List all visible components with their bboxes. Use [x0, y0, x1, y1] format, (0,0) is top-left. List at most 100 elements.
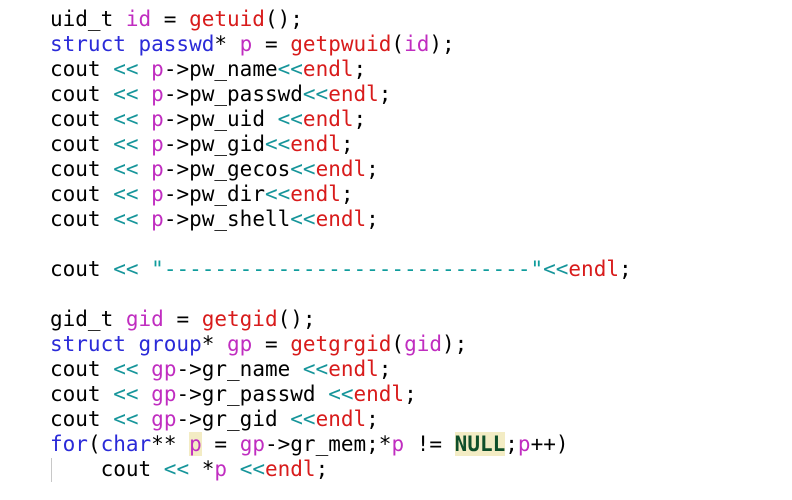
- code-token: p: [151, 182, 164, 206]
- code-line[interactable]: for(char** p = gp->gr_mem;*p != NULL;p++…: [50, 432, 632, 457]
- code-token: <<: [302, 82, 329, 106]
- code-token: <<: [113, 107, 139, 131]
- code-line[interactable]: cout << p->pw_name<<endl;: [50, 57, 632, 82]
- code-token: *: [189, 457, 215, 481]
- code-line[interactable]: cout << p->pw_gecos<<endl;: [50, 157, 632, 182]
- code-token: struct passwd: [50, 32, 215, 56]
- code-token: p: [239, 32, 253, 56]
- code-line[interactable]: gid_t gid = getgid();: [50, 307, 632, 332]
- code-token: ->pw_shell: [163, 207, 291, 231]
- code-token: ;: [353, 107, 367, 131]
- code-token: <<: [290, 157, 316, 181]
- code-token: cout: [50, 132, 114, 156]
- code-token: ;: [366, 207, 379, 231]
- code-line[interactable]: cout << gp->gr_passwd <<endl;: [50, 382, 632, 407]
- code-token: ();: [264, 7, 303, 31]
- code-token: ++): [530, 432, 569, 456]
- code-token: for: [50, 432, 88, 456]
- code-token: gp: [227, 332, 253, 356]
- code-token: cout: [50, 157, 114, 181]
- code-token: gid: [125, 307, 164, 331]
- code-token: ;: [315, 457, 329, 481]
- code-line[interactable]: cout << gp->gr_gid <<endl;: [50, 407, 632, 432]
- code-token: uid_t: [50, 7, 126, 31]
- code-token: p: [151, 107, 164, 131]
- code-area[interactable]: uid_t id = getuid(); struct passwd* p = g…: [50, 7, 632, 482]
- code-editor[interactable]: uid_t id = getuid(); struct passwd* p = g…: [0, 0, 792, 500]
- code-line[interactable]: uid_t id = getuid();: [50, 7, 632, 32]
- code-token: cout: [50, 57, 114, 81]
- code-token: ;: [366, 157, 379, 181]
- code-token: ;: [366, 407, 379, 431]
- code-line[interactable]: cout << gp->gr_name <<endl;: [50, 357, 632, 382]
- code-token: cout: [50, 357, 114, 381]
- code-line[interactable]: [50, 282, 632, 307]
- code-token: <<: [113, 57, 139, 81]
- code-token: endl: [302, 57, 354, 81]
- code-token: <<: [277, 57, 303, 81]
- code-token: (: [87, 432, 101, 456]
- code-token: ->pw_name: [163, 57, 278, 81]
- code-token: gp: [151, 382, 177, 406]
- code-line[interactable]: cout << p->pw_shell<<endl;: [50, 207, 632, 232]
- code-token: endl: [328, 357, 379, 381]
- code-token: p: [151, 132, 164, 156]
- code-token: <<: [113, 207, 139, 231]
- code-token: =: [201, 432, 240, 456]
- code-token: =: [151, 7, 190, 31]
- code-line[interactable]: struct group* gp = getgrgid(gid);: [50, 332, 632, 357]
- code-token: "-----------------------------": [151, 257, 544, 281]
- code-token: id: [125, 7, 152, 31]
- code-token: id: [404, 32, 430, 56]
- code-token: p: [151, 82, 164, 106]
- code-token: gp: [239, 432, 265, 456]
- code-token: gid_t: [50, 307, 126, 331]
- code-token: ;: [378, 82, 392, 106]
- code-token: p: [189, 432, 202, 456]
- code-token: **: [151, 432, 190, 456]
- code-line[interactable]: [50, 232, 632, 257]
- code-line[interactable]: cout << p->pw_dir<<endl;: [50, 182, 632, 207]
- code-token: ->gr_passwd: [176, 382, 329, 406]
- code-token: cout: [50, 107, 114, 131]
- code-token: <<: [113, 157, 139, 181]
- code-line[interactable]: cout << "-----------------------------"<…: [50, 257, 632, 282]
- code-token: ->pw_uid: [163, 107, 278, 131]
- code-token: ;: [353, 57, 367, 81]
- code-line[interactable]: cout << *p <<endl;: [50, 457, 632, 482]
- code-token: ();: [277, 307, 316, 331]
- code-token: <<: [113, 82, 139, 106]
- code-token: endl: [315, 157, 367, 181]
- code-line[interactable]: struct passwd* p = getpwuid(id);: [50, 32, 632, 57]
- code-token: getgrgid: [290, 332, 392, 356]
- code-token: <<: [328, 382, 354, 406]
- code-token: p: [151, 207, 164, 231]
- code-token: cout: [50, 207, 114, 231]
- code-token: ->pw_gid: [163, 132, 265, 156]
- code-token: getuid: [189, 7, 265, 31]
- code-token: p: [517, 432, 531, 456]
- code-token: getgid: [201, 307, 278, 331]
- code-token: struct group: [50, 332, 202, 356]
- code-line[interactable]: cout << p->pw_gid<<endl;: [50, 132, 632, 157]
- code-token: NULL: [454, 432, 506, 456]
- code-line[interactable]: cout << p->pw_uid <<endl;: [50, 107, 632, 132]
- code-token: <<: [543, 257, 569, 281]
- code-token: ;: [340, 182, 354, 206]
- code-token: <<: [113, 407, 139, 431]
- code-token: );: [429, 32, 455, 56]
- code-token: getpwuid: [290, 32, 392, 56]
- code-token: (: [391, 332, 405, 356]
- code-token: ;: [505, 432, 518, 456]
- code-token: <<: [302, 357, 329, 381]
- code-line[interactable]: cout << p->pw_passwd<<endl;: [50, 82, 632, 107]
- code-token: endl: [302, 107, 354, 131]
- code-token: <<: [290, 407, 316, 431]
